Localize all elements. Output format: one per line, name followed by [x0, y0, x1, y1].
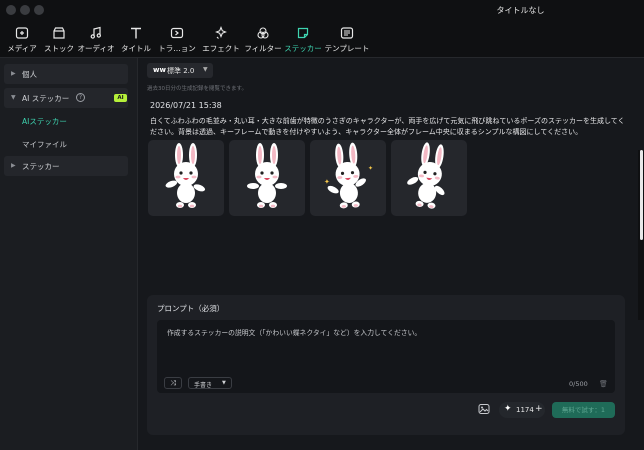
sticker-thumbnail[interactable] [391, 140, 467, 216]
bunny-image [247, 143, 287, 208]
image-reference-icon[interactable] [477, 403, 491, 417]
stock-icon [53, 27, 65, 39]
chevron-down-icon: ▼ [222, 380, 226, 386]
tab-label: テンプレート [324, 44, 370, 53]
sticker-thumbnail[interactable] [148, 140, 224, 216]
style-label: 手書き [194, 382, 213, 389]
tab-label: ステッカー [284, 44, 322, 53]
tab-label: タイトル [121, 44, 151, 53]
audio-icon [90, 26, 101, 39]
sidebar-item-label: 個人 [22, 70, 37, 79]
prompt-title: プロンプト（必須） [157, 304, 225, 313]
bunny-image: ✦✦ [324, 142, 373, 209]
chevron-down-icon: ▼ [203, 66, 208, 73]
char-counter: 0/500 [569, 380, 588, 388]
help-icon[interactable]: ? [76, 93, 85, 102]
shuffle-button[interactable]: ⤨ [164, 377, 182, 389]
plus-icon: + [535, 404, 543, 414]
tab-filter[interactable]: フィルター [244, 26, 282, 54]
tab-label: エフェクト [202, 44, 240, 53]
prompt-placeholder: 作成するステッカーの説明文（「かわいい蝶ネクタイ」など）を入力してください。 [167, 329, 422, 337]
tab-sticker[interactable]: ステッカー [284, 26, 322, 54]
transition-icon [170, 27, 184, 39]
top-toolbar: メディア ストック オーディオ タイトル トラ…ョン エフェクト フィルター ス… [0, 22, 644, 58]
scrollbar-thumb[interactable] [640, 150, 643, 240]
sticker-thumbnail[interactable] [229, 140, 305, 216]
tab-template[interactable]: テンプレート [324, 26, 370, 54]
credits-display[interactable]: ✦ 1174 + [499, 402, 545, 418]
bunny-image [165, 143, 206, 208]
template-icon [340, 27, 354, 39]
tab-label: メディア [7, 44, 37, 53]
tab-label: オーディオ [77, 44, 115, 53]
sidebar-item-ai-sticker-group[interactable]: ▼ AI ステッカー ? AI [4, 88, 128, 108]
tab-label: ストック [44, 44, 74, 53]
effect-icon [215, 26, 227, 39]
sidebar-item-personal[interactable]: ▶ 個人 [4, 64, 128, 84]
ai-badge: AI [114, 94, 127, 102]
svg-text:✦: ✦ [324, 178, 330, 186]
trash-icon[interactable]: 🗑 [599, 380, 608, 388]
tab-stock[interactable]: ストック [40, 26, 78, 54]
sticker-icon [297, 27, 309, 39]
tab-effect[interactable]: エフェクト [202, 26, 240, 54]
style-select[interactable]: 手書き ▼ [188, 377, 232, 389]
filter-icon [257, 27, 269, 39]
tab-label: フィルター [244, 44, 282, 53]
prompt-panel: プロンプト（必須） 作成するステッカーの説明文（「かわいい蝶ネクタイ」など）を入… [147, 295, 625, 435]
tab-title[interactable]: タイトル [117, 26, 155, 54]
sidebar-item-label: ステッカー [22, 162, 60, 171]
svg-text:✦: ✦ [368, 165, 373, 172]
minimize-window-button[interactable] [20, 5, 30, 15]
sticker-thumbnail[interactable]: ✦ ✦ [310, 140, 386, 216]
tab-label: トラ…ョン [158, 44, 196, 53]
close-window-button[interactable] [6, 5, 16, 15]
media-icon [15, 27, 29, 39]
title-bar: タイトルなし [0, 0, 644, 22]
model-label: 標準 2.0 [167, 67, 195, 75]
sparkle-icon: ✦ [504, 404, 512, 414]
sidebar-item-sticker[interactable]: ▶ ステッカー [4, 156, 128, 176]
sidebar: ▶ 個人 ▼ AI ステッカー ? AI AIステッカー マイファイル ▶ ステ… [0, 58, 138, 450]
sidebar-item-label: AI ステッカー [22, 94, 70, 103]
tab-audio[interactable]: オーディオ [77, 26, 115, 54]
caret-right-icon: ▶ [11, 70, 16, 77]
generation-timestamp: 2026/07/21 15:38 [150, 101, 222, 110]
main-panel: ww 標準 2.0 ▼ 過去30日分の生成記録を閲覧できます。 2026/07/… [139, 58, 633, 450]
sidebar-item-ai-sticker[interactable]: AIステッカー [22, 116, 67, 127]
caret-right-icon: ▶ [11, 162, 16, 169]
bunny-image [407, 142, 445, 209]
window-title: タイトルなし [496, 6, 545, 15]
maximize-window-button[interactable] [34, 5, 44, 15]
title-icon [131, 27, 141, 39]
tab-transition[interactable]: トラ…ョン [158, 26, 196, 54]
tab-media[interactable]: メディア [3, 26, 41, 54]
sidebar-item-my-files[interactable]: マイファイル [22, 139, 67, 150]
caret-down-icon: ▼ [11, 94, 16, 101]
model-select[interactable]: ww 標準 2.0 ▼ [147, 63, 213, 78]
generate-button[interactable]: 無料で試す：1 [552, 402, 615, 418]
prompt-input[interactable]: 作成するステッカーの説明文（「かわいい蝶ネクタイ」など）を入力してください。 ⤨… [157, 320, 615, 393]
history-note: 過去30日分の生成記録を閲覧できます。 [147, 86, 247, 92]
generation-prompt: 白くてふわふわの毛並み・丸い耳・大きな前歯が特徴のうさぎのキャラクターが、両手を… [150, 117, 625, 136]
model-logo: ww [153, 66, 166, 74]
credits-count: 1174 [516, 406, 534, 414]
